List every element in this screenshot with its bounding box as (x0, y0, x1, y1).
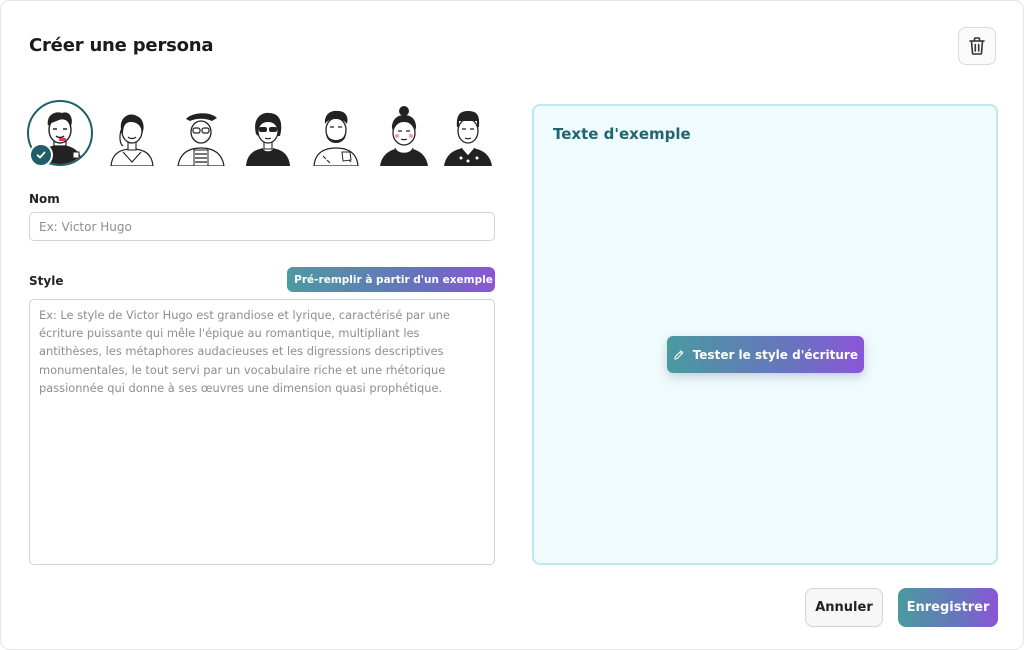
test-writing-style-button[interactable]: Tester le style d'écriture (667, 336, 864, 373)
avatar-option-3[interactable] (170, 100, 236, 167)
prefill-from-example-button[interactable]: Pré-remplir à partir d'un exemple (287, 267, 495, 292)
avatar-6-illustration (380, 106, 428, 166)
avatar-4-illustration (246, 112, 290, 166)
style-label: Style (29, 274, 64, 288)
avatar-option-1[interactable] (27, 100, 93, 167)
avatar-option-6[interactable] (373, 100, 439, 166)
prefill-button-label: Pré-remplir à partir d'un exemple (294, 273, 493, 286)
pencil-icon (674, 349, 684, 360)
trash-icon (969, 37, 985, 55)
avatar-7-illustration (444, 111, 492, 166)
avatar-option-2[interactable] (101, 100, 167, 167)
cancel-button[interactable]: Annuler (805, 588, 883, 627)
avatar-option-5[interactable] (305, 100, 371, 167)
avatar-picker (27, 100, 497, 168)
style-textarea[interactable] (29, 299, 495, 565)
avatar-5-illustration (313, 110, 359, 167)
create-persona-modal: Créer une persona Nom Ex: Victor Hugo St… (0, 0, 1024, 650)
selected-check-icon (29, 143, 53, 167)
example-panel-title: Texte d'exemple (553, 125, 691, 143)
example-text-panel: Texte d'exemple Tester le style d'écritu… (532, 104, 998, 565)
name-label: Nom (29, 192, 60, 206)
save-button[interactable]: Enregistrer (898, 588, 998, 627)
avatar-3-illustration (177, 113, 225, 167)
name-input[interactable] (29, 212, 495, 241)
test-button-label: Tester le style d'écriture (692, 347, 858, 362)
avatar-2-illustration (110, 114, 154, 167)
avatar-option-7[interactable] (437, 100, 503, 166)
modal-title: Créer une persona (29, 35, 214, 56)
delete-button[interactable] (958, 27, 996, 65)
avatar-option-4[interactable] (237, 100, 303, 166)
